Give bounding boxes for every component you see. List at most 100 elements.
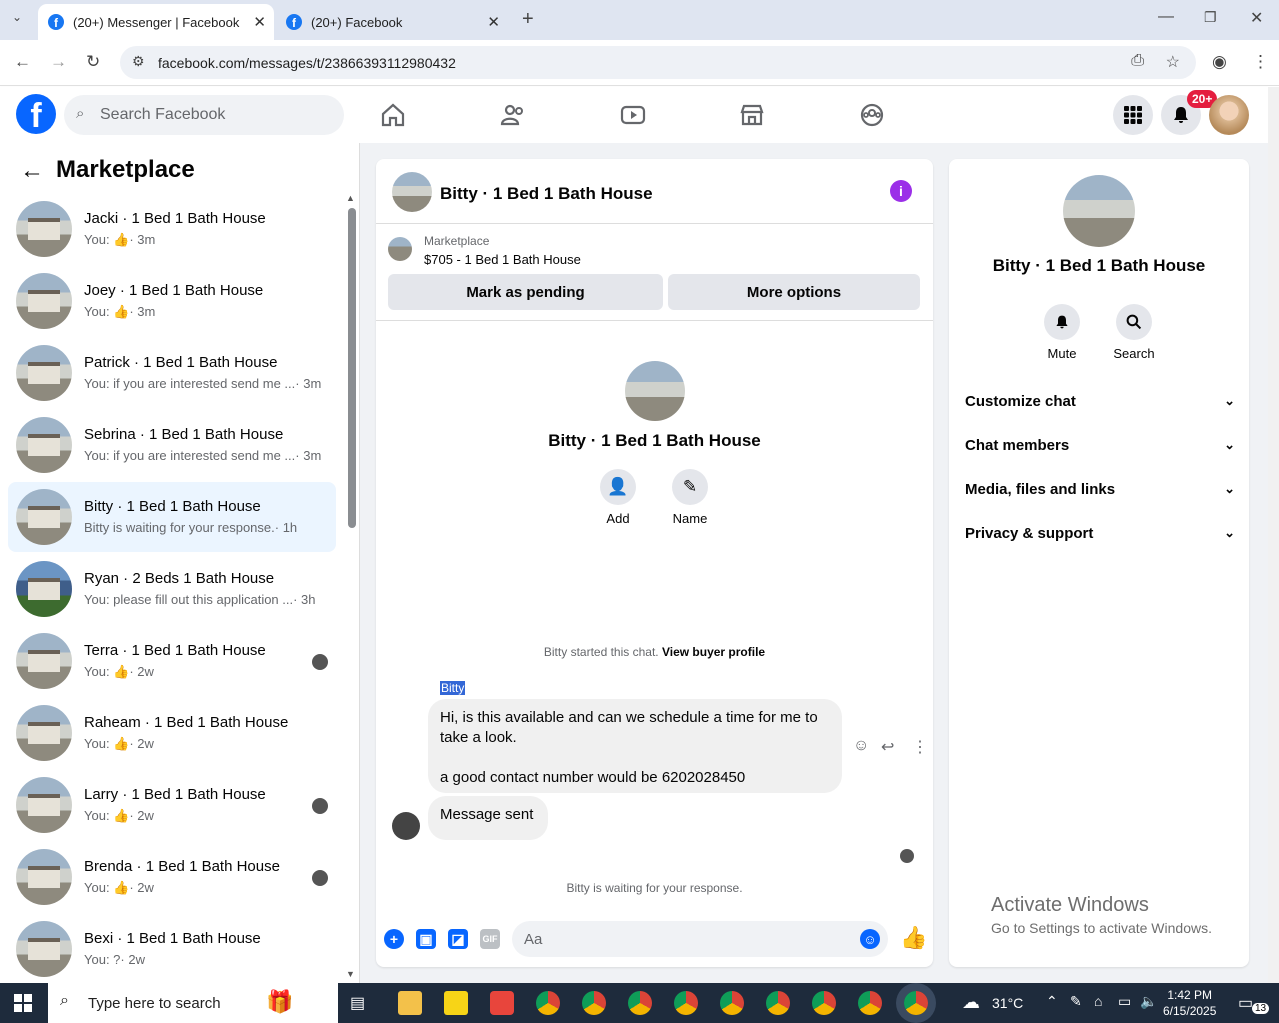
message-bubble[interactable]: Message sent [428, 796, 548, 840]
conversation-item[interactable]: Raheam · 1 Bed 1 Bath House You: 👍· 2w [8, 698, 336, 768]
device-icon[interactable]: ⌂ [1094, 993, 1102, 1009]
sticker-icon[interactable]: ◪ [448, 929, 468, 949]
chat-started-notice: Bitty started this chat. View buyer prof… [376, 645, 933, 659]
chrome-icon[interactable] [536, 991, 560, 1015]
more-options-button[interactable]: More options [668, 274, 920, 310]
app-icon[interactable] [490, 991, 514, 1015]
tab-search-icon[interactable]: ⌄ [12, 10, 22, 24]
friends-icon[interactable] [499, 101, 527, 129]
menu-grid-button[interactable] [1113, 95, 1153, 135]
page-scrollbar[interactable] [1268, 87, 1279, 983]
view-buyer-profile-link[interactable]: View buyer profile [662, 645, 765, 659]
minimize-icon[interactable]: — [1158, 8, 1174, 26]
listing-title[interactable]: $705 - 1 Bed 1 Bath House [424, 252, 581, 267]
chat-avatar[interactable] [392, 172, 432, 212]
conversation-item[interactable]: Ryan · 2 Beds 1 Bath House You: please fi… [8, 554, 336, 624]
conversation-item[interactable]: Sebrina · 1 Bed 1 Bath House You: if you … [8, 410, 336, 480]
chrome-icon[interactable] [628, 991, 652, 1015]
search-button[interactable]: Search [1104, 304, 1164, 361]
reply-icon[interactable]: ↩ [881, 737, 894, 757]
privacy-support-section[interactable]: Privacy & support ⌄ [965, 515, 1235, 551]
site-info-icon[interactable]: ⚙ [132, 53, 145, 70]
restore-icon[interactable]: ❐ [1204, 9, 1217, 26]
profile-avatar[interactable] [1063, 175, 1135, 247]
conversation-item[interactable]: Jacki · 1 Bed 1 Bath House You: 👍· 3m [8, 194, 336, 264]
taskbar-search-input[interactable]: ⌕ Type here to search 🎁 [48, 983, 338, 1023]
mark-pending-button[interactable]: Mark as pending [388, 274, 663, 310]
chrome-icon-active[interactable] [904, 991, 928, 1015]
conversation-item[interactable]: Bitty · 1 Bed 1 Bath House Bitty is waiti… [8, 482, 336, 552]
url-text: facebook.com/messages/t/2386639311298043… [158, 54, 456, 71]
home-icon[interactable] [379, 101, 407, 129]
task-view-icon[interactable]: ▤ [350, 993, 365, 1013]
name-button[interactable]: ✎ Name [660, 469, 720, 526]
chrome-icon[interactable] [812, 991, 836, 1015]
conversation-item[interactable]: Joey · 1 Bed 1 Bath House You: 👍· 3m [8, 266, 336, 336]
sticky-notes-icon[interactable] [444, 991, 468, 1015]
chevron-up-icon[interactable]: ⌃ [1046, 993, 1058, 1010]
house-image [28, 722, 60, 744]
gif-icon[interactable]: GIF [480, 929, 500, 949]
video-icon[interactable] [619, 101, 647, 129]
temperature[interactable]: 31°C [992, 995, 1023, 1011]
marketplace-icon[interactable] [738, 101, 766, 129]
file-explorer-icon[interactable] [398, 991, 422, 1015]
forward-icon[interactable]: → [50, 52, 67, 72]
user-avatar[interactable] [1209, 95, 1249, 135]
network-icon[interactable]: ▭ [1118, 993, 1131, 1010]
groups-icon[interactable] [858, 101, 886, 129]
clock[interactable]: 1:42 PM 6/15/2025 [1163, 987, 1216, 1019]
like-send-icon[interactable]: 👍 [900, 925, 927, 951]
facebook-logo-icon[interactable]: f [16, 94, 56, 134]
reload-icon[interactable]: ↻ [86, 52, 100, 72]
pen-icon[interactable]: ✎ [1070, 993, 1082, 1010]
close-tab-icon[interactable]: ✕ [253, 13, 266, 31]
message-input[interactable]: Aa ☺ [512, 921, 888, 957]
notifications-center-icon[interactable]: ▭ [1238, 993, 1253, 1013]
url-field[interactable]: ⚙ facebook.com/messages/t/23866393112980… [120, 46, 1196, 79]
chrome-icon[interactable] [720, 991, 744, 1015]
menu-kebab-icon[interactable]: ⋮ [1252, 52, 1269, 72]
scroll-down-icon[interactable]: ▼ [346, 969, 355, 979]
back-icon[interactable]: ← [14, 52, 31, 72]
emoji-icon[interactable]: ☺ [860, 929, 880, 949]
profile-icon[interactable]: ◉ [1212, 52, 1227, 72]
windows-start-icon[interactable] [14, 994, 32, 1012]
list-scrollbar[interactable] [348, 208, 356, 528]
chrome-icon[interactable] [674, 991, 698, 1015]
conversation-item[interactable]: Terra · 1 Bed 1 Bath House You: 👍· 2w [8, 626, 336, 696]
more-actions-icon[interactable]: ⋮ [912, 737, 928, 757]
chat-title[interactable]: Bitty · 1 Bed 1 Bath House [440, 184, 653, 204]
conversation-item[interactable]: Larry · 1 Bed 1 Bath House You: 👍· 2w [8, 770, 336, 840]
photo-icon[interactable]: ▣ [416, 929, 436, 949]
conversation-item[interactable]: Patrick · 1 Bed 1 Bath House You: if you … [8, 338, 336, 408]
mute-button[interactable]: Mute [1032, 304, 1092, 361]
new-tab-icon[interactable]: + [522, 8, 534, 31]
date: 6/15/2025 [1163, 1004, 1217, 1018]
install-icon[interactable]: ⎙ [1131, 52, 1144, 70]
listing-thumbnail[interactable] [388, 237, 412, 261]
info-icon[interactable]: i [890, 180, 912, 202]
customize-chat-section[interactable]: Customize chat ⌄ [965, 383, 1235, 419]
volume-icon[interactable]: 🔈 [1140, 993, 1157, 1010]
add-button[interactable]: 👤 Add [588, 469, 648, 526]
chat-members-section[interactable]: Chat members ⌄ [965, 427, 1235, 463]
conversation-item[interactable]: Brenda · 1 Bed 1 Bath House You: 👍· 2w [8, 842, 336, 912]
chrome-icon[interactable] [858, 991, 882, 1015]
back-arrow-icon[interactable]: ← [20, 157, 44, 185]
close-window-icon[interactable]: ✕ [1250, 8, 1263, 28]
tab-messenger[interactable]: f (20+) Messenger | Facebook ✕ [38, 4, 274, 40]
tab-facebook[interactable]: f (20+) Facebook ✕ [278, 4, 508, 40]
close-tab-icon[interactable]: ✕ [487, 13, 500, 31]
media-files-links-section[interactable]: Media, files and links ⌄ [965, 471, 1235, 507]
bookmark-star-icon[interactable]: ☆ [1166, 52, 1180, 72]
sender-avatar[interactable] [392, 812, 420, 840]
react-icon[interactable]: ☺ [853, 737, 869, 755]
message-bubble[interactable]: Hi, is this available and can we schedul… [428, 699, 842, 793]
chrome-icon[interactable] [766, 991, 790, 1015]
conversation-item[interactable]: Bexi · 1 Bed 1 Bath House You: ?· 2w [8, 914, 336, 983]
plus-icon[interactable]: + [384, 929, 404, 949]
scroll-up-icon[interactable]: ▲ [346, 193, 355, 203]
facebook-search-input[interactable]: ⌕ Search Facebook [64, 95, 344, 135]
chrome-icon[interactable] [582, 991, 606, 1015]
